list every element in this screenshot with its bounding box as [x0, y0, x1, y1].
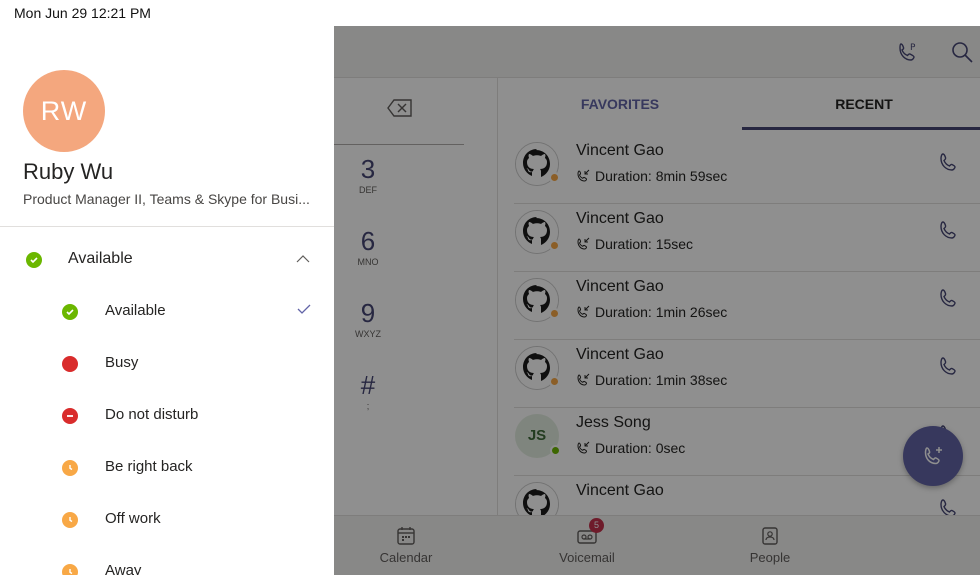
presence-option-label: Available [105, 302, 166, 319]
profile-avatar[interactable]: RW [23, 70, 105, 152]
presence-option-off-work[interactable]: Off work [0, 494, 334, 546]
presence-option-label: Away [105, 562, 142, 575]
presence-option-busy[interactable]: Busy [0, 338, 334, 390]
current-presence-label: Available [68, 250, 133, 267]
profile-title: Product Manager II, Teams & Skype for Bu… [23, 191, 310, 207]
available-status-icon [62, 304, 78, 320]
available-status-icon [26, 252, 42, 268]
chevron-up-icon [294, 250, 312, 273]
divider [0, 226, 334, 227]
status-time: Mon Jun 29 12:21 PM [14, 5, 151, 21]
presence-option-label: Do not disturb [105, 406, 199, 423]
presence-option-label: Busy [105, 354, 139, 371]
clock-status-icon [62, 564, 78, 575]
presence-option-be-right-back[interactable]: Be right back [0, 442, 334, 494]
presence-option-label: Off work [105, 510, 161, 527]
profile-drawer: RW Ruby Wu Product Manager II, Teams & S… [0, 26, 334, 575]
presence-option-do-not-disturb[interactable]: Do not disturb [0, 390, 334, 442]
presence-selector[interactable]: Available [0, 234, 334, 286]
do-not-disturb-icon [62, 408, 78, 424]
busy-status-icon [62, 356, 78, 372]
profile-name: Ruby Wu [23, 159, 114, 184]
presence-option-away[interactable]: Away [0, 546, 334, 575]
status-bar: Mon Jun 29 12:21 PM [0, 0, 980, 26]
selected-check-icon [296, 301, 312, 322]
presence-option-label: Be right back [105, 458, 193, 475]
presence-option-available[interactable]: Available [0, 286, 334, 338]
clock-status-icon [62, 460, 78, 476]
clock-status-icon [62, 512, 78, 528]
